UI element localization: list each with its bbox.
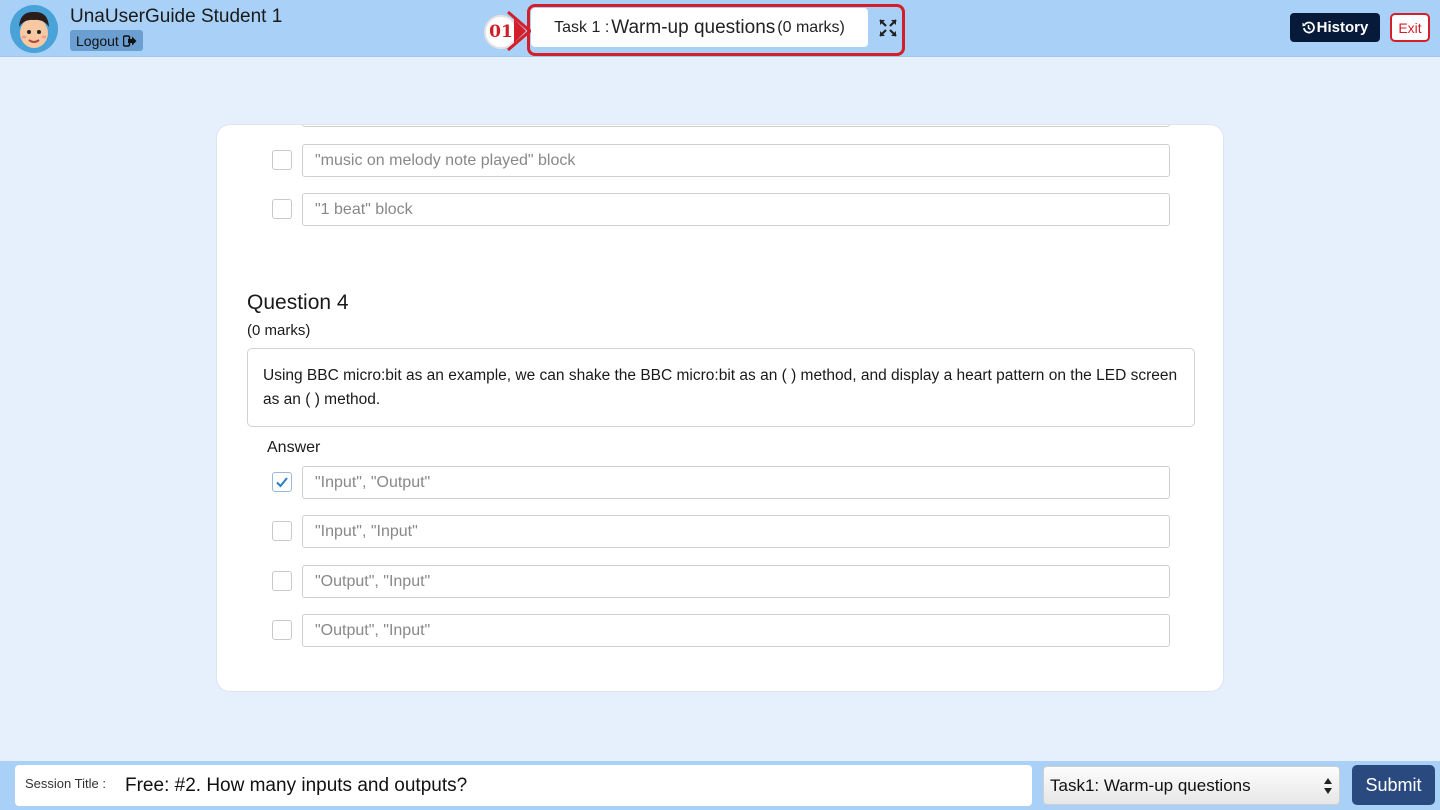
history-label: History — [1316, 19, 1369, 36]
answer-option-row: "Output", "Input" — [217, 614, 1223, 648]
task-prefix: Task 1 : — [554, 18, 610, 36]
question-title: Question 4 — [247, 291, 349, 314]
exit-button[interactable]: Exit — [1390, 13, 1430, 42]
option-checkbox[interactable] — [272, 150, 292, 170]
previous-option-partial — [302, 125, 1170, 127]
option-checkbox-checked[interactable] — [272, 472, 292, 492]
option-checkbox[interactable] — [272, 571, 292, 591]
option-checkbox[interactable] — [272, 620, 292, 640]
option-checkbox[interactable] — [272, 521, 292, 541]
session-title-box: Session Title : Free: #2. How many input… — [15, 765, 1032, 806]
option-text: "Output", "Input" — [302, 565, 1170, 598]
select-arrows-icon — [1324, 778, 1332, 794]
task-name: Warm-up questions — [611, 16, 776, 38]
option-text: "Output", "Input" — [302, 614, 1170, 647]
answer-option-row: "Input", "Input" — [217, 515, 1223, 549]
option-text: "Input", "Output" — [302, 466, 1170, 499]
task-select-value: Task1: Warm-up questions — [1050, 775, 1251, 795]
option-text: "Input", "Input" — [302, 515, 1170, 548]
previous-option-row: "1 beat" block — [217, 193, 1223, 227]
history-icon — [1302, 21, 1315, 34]
session-title-input[interactable]: Free: #2. How many inputs and outputs? — [125, 765, 1025, 806]
submit-button[interactable]: Submit — [1352, 765, 1435, 805]
answer-option-row: "Output", "Input" — [217, 565, 1223, 599]
expand-icon[interactable] — [877, 17, 899, 39]
task-title: Task 1 : Warm-up questions (0 marks) — [531, 8, 868, 47]
top-bar: UnaUserGuide Student 1 Logout 01 Task 1 … — [0, 0, 1440, 57]
user-name: UnaUserGuide Student 1 — [70, 6, 283, 27]
history-button[interactable]: History — [1290, 13, 1380, 42]
task-marks: (0 marks) — [777, 18, 845, 36]
check-icon — [276, 477, 288, 488]
previous-option-row: "music on melody note played" block — [217, 144, 1223, 178]
question-text: Using BBC micro:bit as an example, we ca… — [247, 348, 1195, 427]
task-select[interactable]: Task1: Warm-up questions — [1043, 766, 1340, 805]
question-marks: (0 marks) — [247, 322, 311, 339]
option-text: "music on melody note played" block — [302, 144, 1170, 177]
logout-button[interactable]: Logout — [70, 30, 143, 51]
logout-icon — [122, 34, 137, 47]
option-checkbox[interactable] — [272, 199, 292, 219]
logout-label: Logout — [76, 32, 119, 49]
answer-option-row: "Input", "Output" — [217, 466, 1223, 500]
question-card: "music on melody note played" block "1 b… — [216, 124, 1224, 692]
option-text: "1 beat" block — [302, 193, 1170, 226]
bottom-bar: Session Title : Free: #2. How many input… — [0, 761, 1440, 810]
answer-label: Answer — [267, 439, 321, 456]
session-title-label: Session Title : — [25, 776, 106, 791]
avatar — [10, 5, 58, 53]
